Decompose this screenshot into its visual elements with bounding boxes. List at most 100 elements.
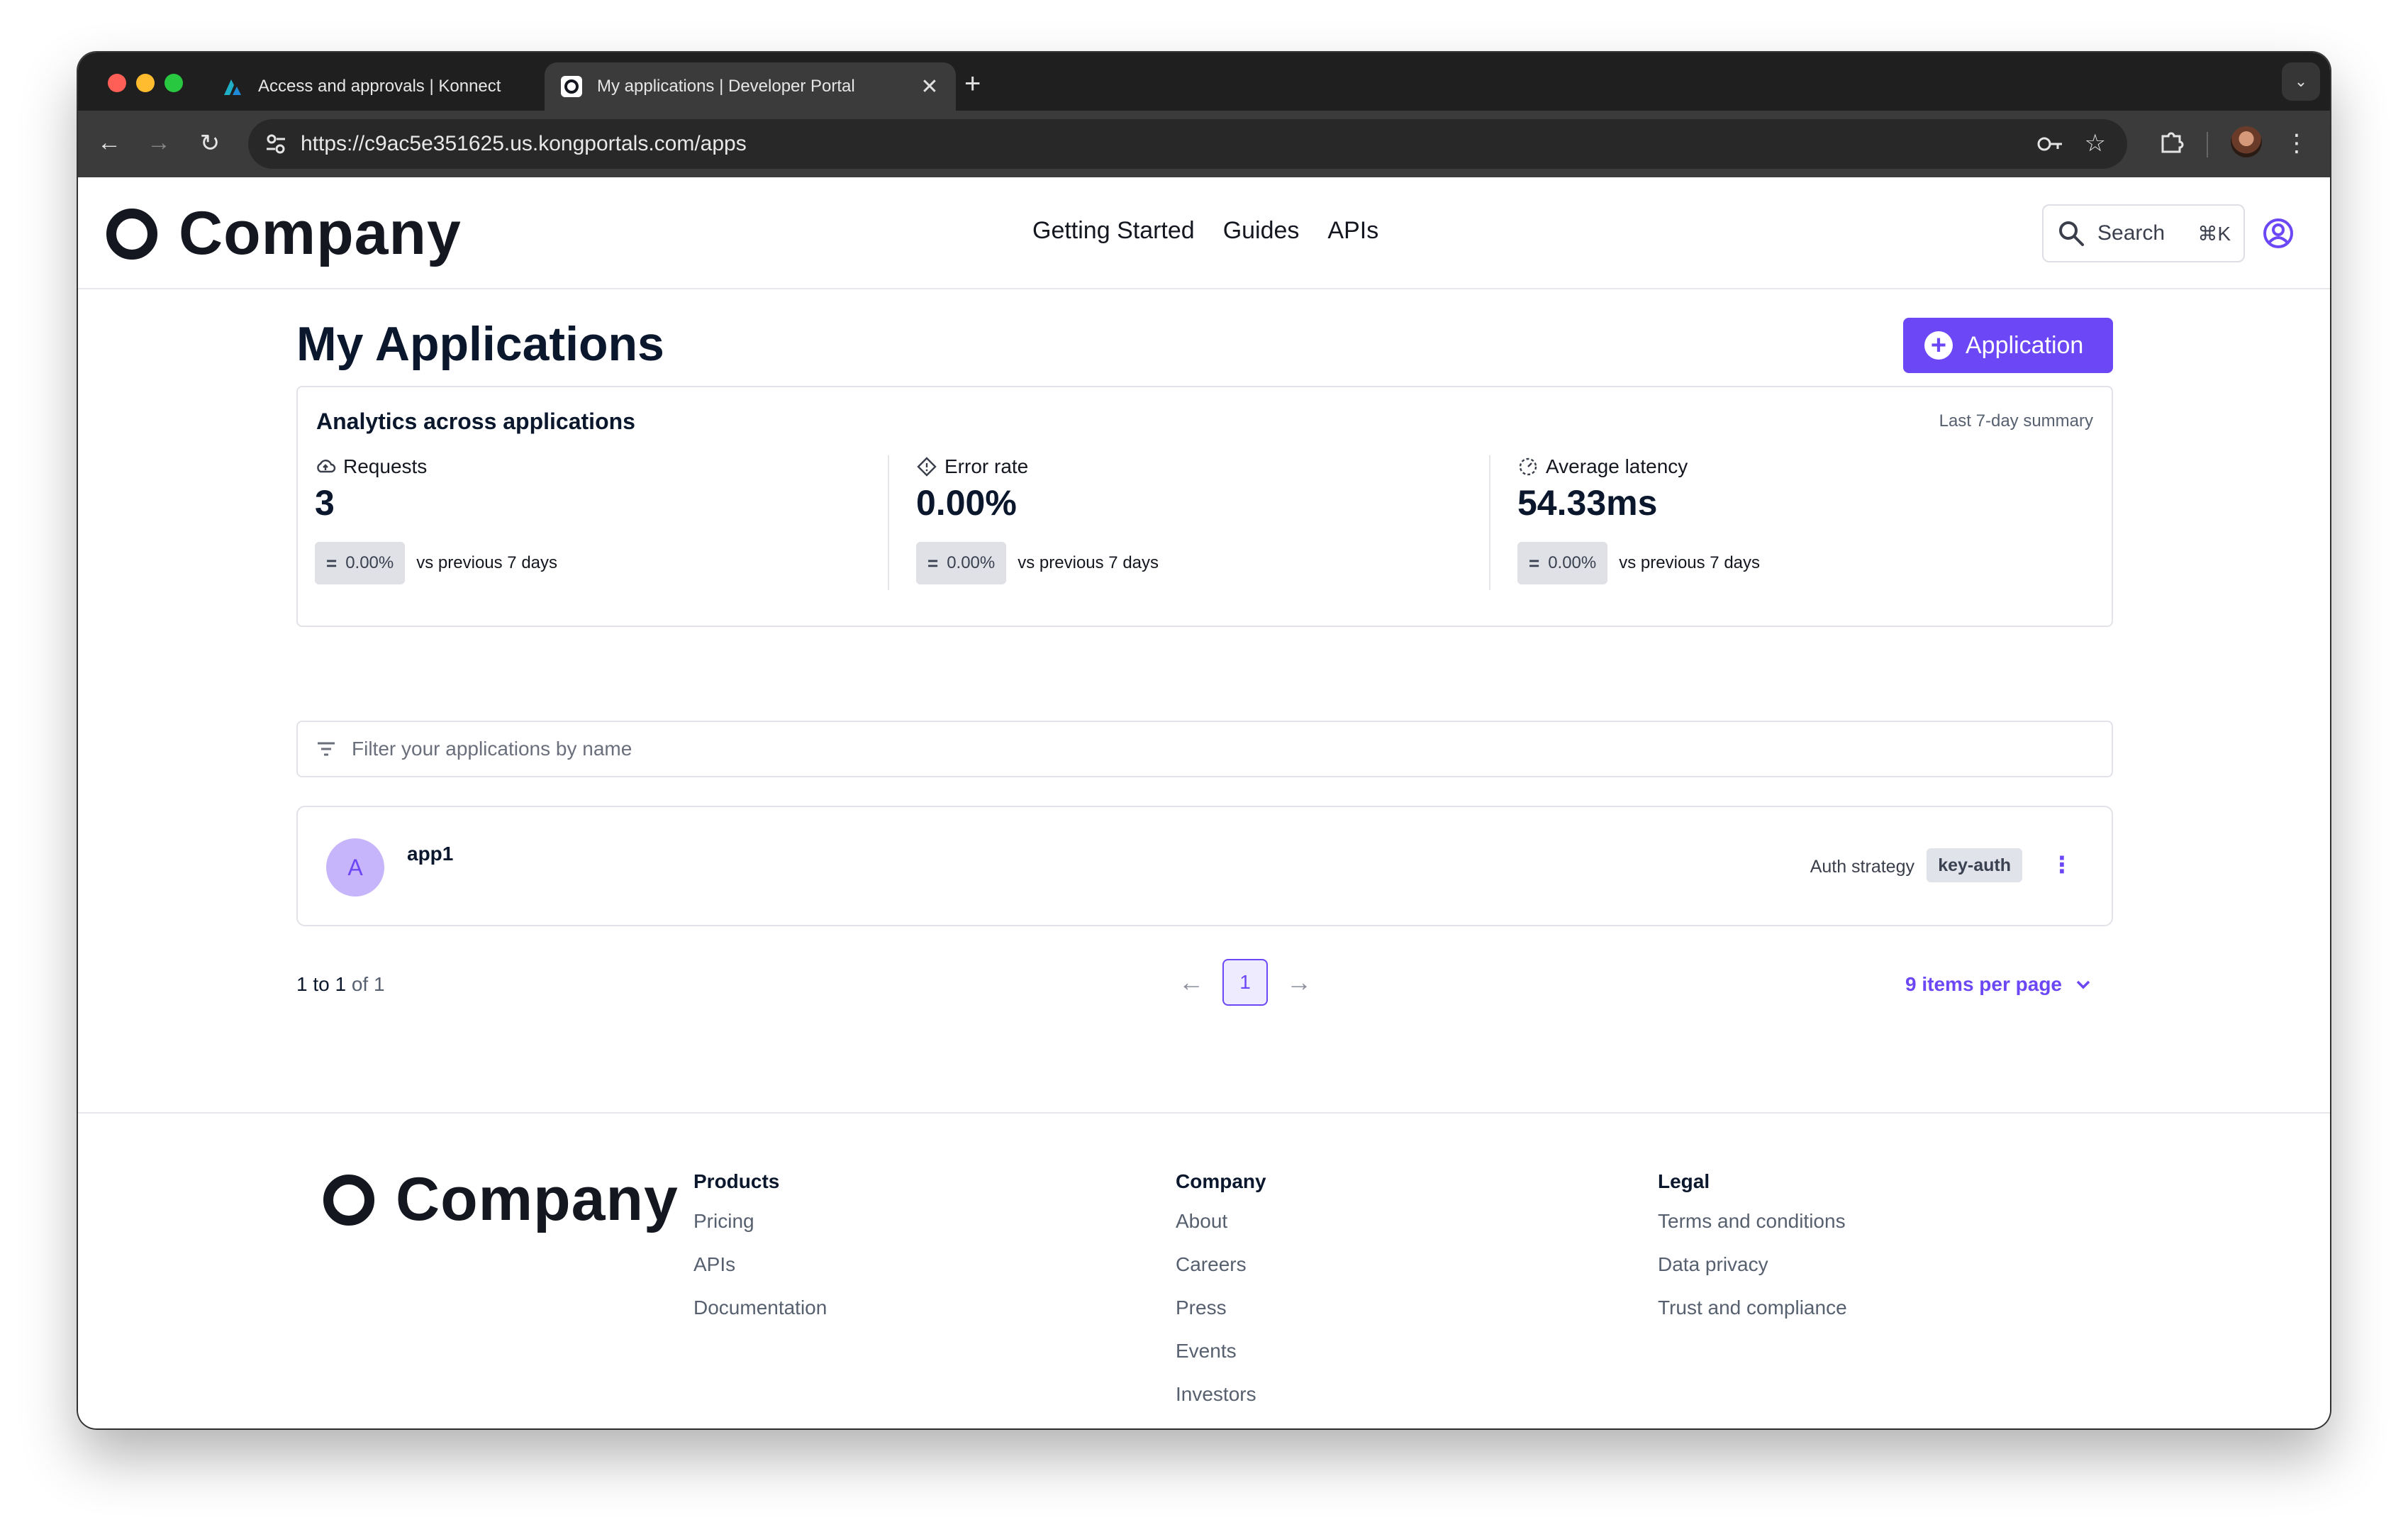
equals-icon: = (927, 552, 939, 574)
next-page-arrow-icon[interactable]: → (1286, 967, 1312, 997)
extensions-puzzle-icon[interactable] (2158, 128, 2187, 156)
pagination-summary: 1 to 1 of 1 (296, 973, 385, 996)
footer-link-terms[interactable]: Terms and conditions (1658, 1207, 1847, 1250)
search-button[interactable]: Search ⌘K (2042, 204, 2245, 262)
footer-link-pricing[interactable]: Pricing (693, 1207, 827, 1250)
minimize-window-button[interactable] (136, 74, 155, 92)
metric-label: Error rate (944, 455, 1029, 477)
app-name[interactable]: app1 (407, 843, 453, 865)
metric-error-rate: Error rate 0.00% = 0.00% vs previous 7 da… (910, 455, 1478, 590)
footer-company-logo[interactable]: Company (323, 1165, 679, 1235)
browser-menu-icon[interactable]: ⋮ (2285, 129, 2309, 157)
address-bar[interactable]: https://c9ac5e351625.us.kongportals.com/… (248, 119, 2127, 169)
analytics-card: Analytics across applications Last 7-day… (296, 386, 2113, 627)
forward-arrow-icon[interactable]: → (143, 129, 174, 157)
metric-requests: Requests 3 = 0.00% vs previous 7 days (309, 455, 876, 590)
search-icon (2059, 221, 2084, 246)
metric-label: Requests (343, 455, 428, 477)
add-application-button[interactable]: + Application (1903, 318, 2113, 373)
bookmark-star-icon[interactable]: ☆ (2085, 129, 2106, 157)
close-tab-icon[interactable]: ✕ (919, 74, 940, 99)
tab-title: My applications | Developer Portal (597, 77, 855, 96)
site-settings-icon[interactable] (264, 132, 288, 156)
profile-avatar[interactable] (2231, 126, 2262, 157)
comparison-text: vs previous 7 days (1018, 553, 1159, 572)
footer-link-events[interactable]: Events (1176, 1337, 1266, 1380)
new-tab-icon[interactable]: + (964, 68, 981, 100)
footer-link-documentation[interactable]: Documentation (693, 1294, 827, 1337)
close-window-button[interactable] (108, 74, 126, 92)
metric-divider (888, 455, 889, 590)
items-per-page-dropdown[interactable]: 9 items per page (1905, 973, 2092, 996)
nav-apis[interactable]: APIs (1327, 217, 1378, 245)
footer-link-data-privacy[interactable]: Data privacy (1658, 1250, 1847, 1294)
reload-icon[interactable]: ↻ (194, 129, 225, 157)
footer-column-legal: Legal Terms and conditions Data privacy … (1658, 1170, 1847, 1337)
portal-favicon-icon (561, 76, 582, 97)
chevron-down-icon (2076, 980, 2090, 989)
footer-link-careers[interactable]: Careers (1176, 1250, 1266, 1294)
footer-column-products: Products Pricing APIs Documentation (693, 1170, 827, 1337)
auth-strategy-badge: key-auth (1927, 848, 2022, 882)
footer-link-investors[interactable]: Investors (1176, 1380, 1266, 1423)
site-footer: Company Products Pricing APIs Documentat… (78, 1112, 2330, 1428)
search-shortcut: ⌘K (2197, 222, 2231, 245)
logo-ring-icon (323, 1174, 374, 1226)
page-title: My Applications (296, 317, 664, 371)
change-badge: = 0.00% (1517, 542, 1608, 584)
app-avatar: A (326, 838, 384, 897)
logo-ring-icon (106, 208, 157, 260)
footer-column-company: Company About Careers Press Events Inves… (1176, 1170, 1266, 1423)
gauge-icon (1519, 457, 1537, 476)
filter-icon (318, 742, 335, 756)
metric-value: 54.33ms (1517, 483, 1658, 523)
footer-link-about[interactable]: About (1176, 1207, 1266, 1250)
nav-getting-started[interactable]: Getting Started (1032, 217, 1195, 245)
analytics-period: Last 7-day summary (1939, 411, 2093, 431)
key-icon[interactable] (2036, 131, 2065, 157)
nav-guides[interactable]: Guides (1223, 217, 1300, 245)
metric-divider (1489, 455, 1490, 590)
logo-text: Company (179, 199, 462, 267)
pagination: ← 1 → (1178, 959, 1312, 1006)
filter-input[interactable]: Filter your applications by name (296, 721, 2113, 777)
company-logo[interactable]: Company (106, 199, 462, 269)
range-of-word: of (351, 973, 369, 995)
range-total: 1 (374, 973, 385, 995)
comparison-text: vs previous 7 days (416, 553, 558, 572)
footer-link-trust-compliance[interactable]: Trust and compliance (1658, 1294, 1847, 1337)
footer-heading: Products (693, 1170, 780, 1192)
browser-tab-developer-portal[interactable]: My applications | Developer Portal ✕ (545, 62, 956, 111)
search-label: Search (2097, 221, 2165, 245)
site-header: Company Getting Started Guides APIs Sear… (78, 177, 2330, 289)
footer-link-press[interactable]: Press (1176, 1294, 1266, 1337)
equals-icon: = (1529, 552, 1540, 574)
back-arrow-icon[interactable]: ← (94, 129, 125, 157)
range-to: 1 (335, 973, 347, 995)
metric-average-latency: Average latency 54.33ms = 0.00% vs previo… (1512, 455, 2079, 590)
footer-heading: Company (1176, 1170, 1266, 1192)
footer-link-apis[interactable]: APIs (693, 1250, 827, 1294)
metric-value: 3 (315, 483, 335, 523)
tab-search-chevron-icon[interactable]: ⌄ (2282, 62, 2320, 101)
change-badge: = 0.00% (916, 542, 1007, 584)
change-value: 0.00% (947, 553, 996, 572)
prev-page-arrow-icon[interactable]: ← (1178, 967, 1204, 997)
equals-icon: = (326, 552, 338, 574)
add-application-label: Application (1966, 331, 2084, 359)
tab-title: Access and approvals | Konnect (258, 77, 501, 96)
page-button-current[interactable]: 1 (1222, 959, 1268, 1006)
zoom-window-button[interactable] (165, 74, 183, 92)
range-from: 1 (296, 973, 308, 995)
metric-label: Average latency (1546, 455, 1688, 477)
url-text: https://c9ac5e351625.us.kongportals.com/… (301, 132, 747, 155)
range-to-word: to (313, 973, 330, 995)
portal-page: Company Getting Started Guides APIs Sear… (78, 177, 2330, 1428)
plus-circle-icon: + (1924, 331, 1953, 360)
app-actions-kebab-icon[interactable]: ⋮ (2051, 851, 2073, 878)
diamond-alert-icon (917, 457, 937, 477)
change-value: 0.00% (1548, 553, 1597, 572)
application-card[interactable]: A app1 Auth strategy key-auth ⋮ (296, 806, 2113, 926)
change-badge: = 0.00% (315, 542, 406, 584)
user-account-icon[interactable] (2262, 217, 2295, 250)
